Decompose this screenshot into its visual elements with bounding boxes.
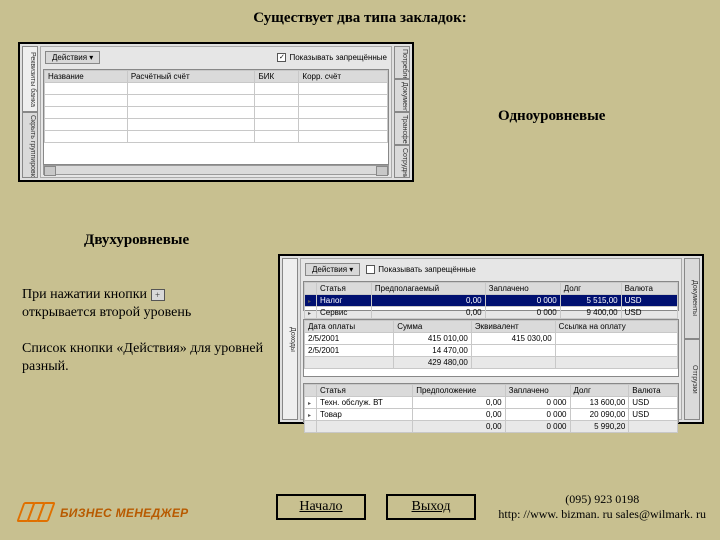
vtab[interactable]: Реквизиты банка (22, 46, 38, 112)
col-header[interactable]: Название (45, 71, 128, 83)
col-header[interactable]: Эквивалент (471, 321, 555, 333)
level1-grid-top[interactable]: Статья Предполагаемый Заплачено Долг Вал… (303, 281, 679, 311)
col-header[interactable]: Предполагаемый (371, 283, 485, 295)
vtab[interactable]: Доходы (282, 258, 298, 420)
vtab[interactable]: Документы (394, 79, 410, 112)
level2-grid[interactable]: Дата оплаты Сумма Эквивалент Ссылка на о… (303, 319, 679, 377)
table-row[interactable]: ▸ Сервис 0,00 0 000 9 400,00 USD (305, 307, 678, 319)
col-header[interactable]: Расчётный счёт (127, 71, 255, 83)
contact-block: (095) 923 0198 http: //www. bizman. ru s… (498, 492, 706, 522)
col-header[interactable]: Валюта (621, 283, 677, 295)
col-header[interactable] (305, 385, 317, 397)
col-header[interactable]: Дата оплаты (305, 321, 394, 333)
single-level-screenshot: Реквизиты банка Скрыть группировки Потре… (18, 42, 414, 182)
vertical-tabs-right: Документы Отгрузки (684, 258, 700, 420)
col-header[interactable]: Сумма (394, 321, 472, 333)
expand-icon[interactable]: ▸ (308, 311, 311, 317)
col-header[interactable]: Предположение (413, 385, 505, 397)
show-forbidden-checkbox[interactable]: Показывать запрещённые (366, 265, 476, 274)
level1-grid-bottom[interactable]: Статья Предположение Заплачено Долг Валю… (303, 383, 679, 423)
logo: БИЗНЕС МЕНЕДЖЕР (20, 500, 188, 526)
vtab[interactable]: Потребление (394, 46, 410, 79)
expand-icon[interactable]: ▸ (308, 401, 311, 407)
vtab[interactable]: Скрыть группировки (22, 112, 38, 178)
start-button[interactable]: Начало (276, 494, 366, 520)
col-header[interactable]: БИК (255, 71, 299, 83)
checkbox-icon (366, 265, 375, 274)
label-single-level: Одноуровневые (498, 108, 605, 125)
col-header[interactable]: Долг (570, 385, 629, 397)
horizontal-scrollbar[interactable] (43, 165, 389, 175)
table-row[interactable]: ▸ Налог 0,00 0 000 5 515,00 USD (305, 295, 678, 307)
expand-description: При нажатии кнопки + открывается второй … (22, 286, 272, 322)
exit-button[interactable]: Выход (386, 494, 476, 520)
toolbar: Действия ▾ Показывать запрещённые (301, 259, 681, 279)
vertical-tabs-left: Доходы (282, 258, 298, 420)
col-header[interactable]: Корр. счёт (299, 71, 388, 83)
actions-description: Список кнопки «Действия» для уровней раз… (22, 340, 272, 376)
table-row[interactable]: ▸ Товар 0,00 0 000 20 090,00 USD (305, 409, 678, 421)
col-header[interactable] (305, 283, 317, 295)
col-header[interactable]: Заплачено (505, 385, 570, 397)
logo-icon (20, 500, 54, 526)
vtab[interactable]: Сотрудни- (394, 145, 410, 178)
expand-icon[interactable]: ▸ (308, 299, 311, 305)
toolbar: Действия ▾ ✓ Показывать запрещённые (41, 47, 391, 67)
vertical-tabs-right: Потребление Документы Трансферы Сотрудни… (394, 46, 410, 178)
footer-row: 0,00 0 000 5 990,20 (305, 421, 678, 433)
show-forbidden-checkbox[interactable]: ✓ Показывать запрещённые (277, 53, 387, 62)
expand-icon[interactable]: ▸ (308, 413, 311, 419)
table-row[interactable]: 2/5/2001 415 010,00 415 030,00 (305, 333, 678, 345)
actions-button[interactable]: Действия ▾ (45, 51, 100, 64)
contact-url-email: http: //www. bizman. ru sales@wilmark. r… (498, 507, 706, 522)
col-header[interactable]: Ссылка на оплату (555, 321, 677, 333)
footer-row: 429 480,00 (305, 357, 678, 369)
col-header[interactable]: Долг (560, 283, 621, 295)
checkbox-icon: ✓ (277, 53, 286, 62)
slide-title: Существует два типа закладок: (0, 0, 720, 35)
expand-icon: + (151, 289, 165, 301)
contact-phone: (095) 923 0198 (498, 492, 706, 507)
table-row[interactable]: 2/5/2001 14 470,00 (305, 345, 678, 357)
vtab[interactable]: Трансферы (394, 112, 410, 145)
two-level-screenshot: Доходы Документы Отгрузки Действия ▾ Пок… (278, 254, 704, 424)
logo-text: БИЗНЕС МЕНЕДЖЕР (60, 506, 188, 520)
actions-button[interactable]: Действия ▾ (305, 263, 360, 276)
col-header[interactable]: Валюта (629, 385, 678, 397)
vtab[interactable]: Отгрузки (684, 339, 700, 420)
col-header[interactable]: Заплачено (485, 283, 560, 295)
accounts-grid[interactable]: Название Расчётный счёт БИК Корр. счёт (43, 69, 389, 165)
table-row[interactable]: ▸ Техн. обслуж. ВТ 0,00 0 000 13 600,00 … (305, 397, 678, 409)
col-header[interactable]: Статья (317, 385, 413, 397)
vertical-tabs-left: Реквизиты банка Скрыть группировки (22, 46, 38, 178)
col-header[interactable]: Статья (317, 283, 372, 295)
vtab[interactable]: Документы (684, 258, 700, 339)
label-two-level: Двухуровневые (84, 232, 189, 249)
